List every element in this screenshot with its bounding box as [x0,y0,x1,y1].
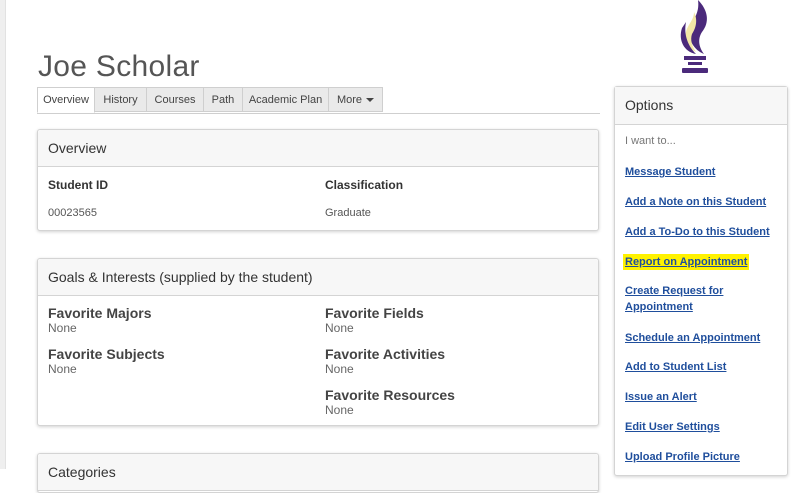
favorite-fields-value: None [325,321,354,335]
options-panel: Options I want to... Message Student Add… [614,86,788,476]
create-request-line-2: Appointment [625,301,693,313]
favorite-resources-label: Favorite Resources [325,387,455,403]
goals-interests-panel: Goals & Interests (supplied by the stude… [37,258,599,426]
add-note-link[interactable]: Add a Note on this Student [625,194,766,210]
classification-label: Classification [325,178,404,192]
favorite-fields-label: Favorite Fields [325,305,424,321]
edit-user-settings-link[interactable]: Edit User Settings [625,419,720,435]
favorite-subjects-label: Favorite Subjects [48,346,165,362]
issue-alert-link[interactable]: Issue an Alert [625,389,697,405]
student-id-value: 00023565 [48,207,97,219]
categories-panel-title: Categories [38,454,598,491]
schedule-appointment-link[interactable]: Schedule an Appointment [625,330,760,346]
tab-more[interactable]: More [329,87,383,112]
goals-panel-title: Goals & Interests (supplied by the stude… [38,259,598,296]
add-todo-link[interactable]: Add a To-Do to this Student [625,224,770,240]
caret-down-icon [366,98,375,103]
tab-courses[interactable]: Courses [147,87,204,112]
favorite-resources-value: None [325,403,354,417]
favorite-activities-label: Favorite Activities [325,346,446,362]
add-to-student-list-link[interactable]: Add to Student List [625,359,726,375]
overview-panel-title: Overview [38,130,598,167]
classification-value: Graduate [325,207,371,219]
create-request-appointment-link[interactable]: Create Request for Appointment [625,283,723,315]
favorite-activities-value: None [325,362,354,376]
overview-panel: Overview Student ID 00023565 Classificat… [37,129,599,231]
upload-profile-picture-link[interactable]: Upload Profile Picture [625,449,740,465]
favorite-majors-label: Favorite Majors [48,305,152,321]
message-student-link[interactable]: Message Student [625,164,715,180]
options-prompt: I want to... [625,135,676,147]
tab-path[interactable]: Path [204,87,243,112]
university-flame-logo [680,0,708,73]
categories-panel: Categories [37,453,599,493]
create-request-line-1: Create Request for [625,285,724,297]
student-id-label: Student ID [48,178,108,192]
window-left-edge [0,0,6,469]
tab-overview[interactable]: Overview [37,87,95,113]
tab-more-label: More [336,94,363,106]
report-on-appointment-link[interactable]: Report on Appointment [623,254,750,270]
tab-history[interactable]: History [95,87,147,112]
favorite-subjects-value: None [48,362,77,376]
options-panel-title: Options [615,87,787,125]
tab-academic-plan[interactable]: Academic Plan [243,87,329,112]
student-name: Joe Scholar [38,50,200,84]
student-tabs: Overview History Courses Path Academic P… [37,87,600,114]
favorite-majors-value: None [48,321,77,335]
